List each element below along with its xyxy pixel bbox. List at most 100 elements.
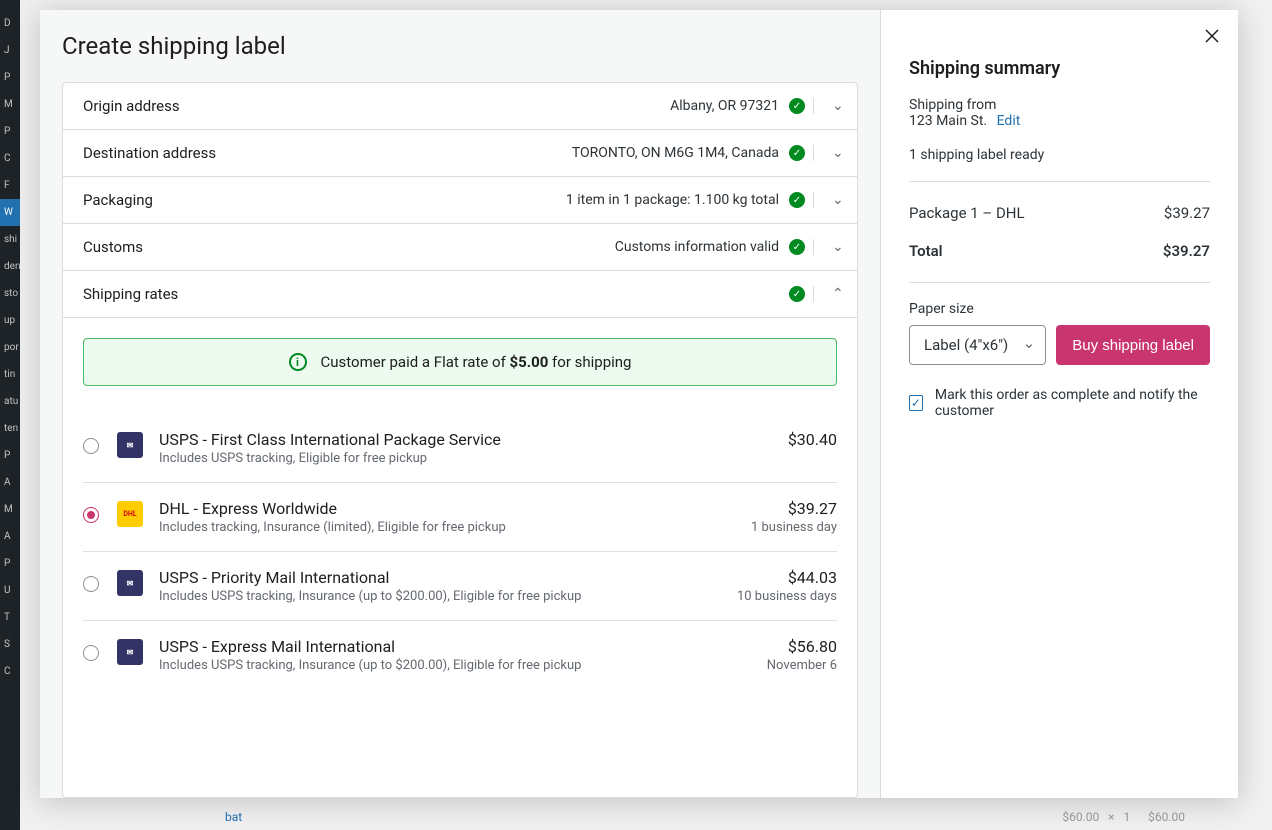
rate-description: Includes tracking, Insurance (limited), …	[159, 520, 751, 535]
bg-sidebar-item: D	[0, 10, 20, 37]
bg-sidebar-item: A	[0, 469, 20, 496]
section-customs[interactable]: Customs Customs information valid ✓ ⌄	[63, 224, 857, 271]
background-order-row: bat $60.00 × 1 $60.00	[125, 804, 1225, 830]
rate-row[interactable]: DHL DHL - Express Worldwide Includes track…	[83, 483, 837, 552]
section-packaging[interactable]: Packaging 1 item in 1 package: 1.100 kg …	[63, 177, 857, 224]
check-icon: ✓	[789, 145, 805, 161]
summary-title: Shipping summary	[909, 58, 1210, 79]
package-line: Package 1 – DHL $39.27	[909, 194, 1210, 232]
rate-info: USPS - First Class International Package…	[159, 430, 788, 466]
section-summary: 1 item in 1 package: 1.100 kg total	[566, 192, 779, 208]
bg-sidebar-item: sto	[0, 280, 20, 307]
rate-radio[interactable]	[83, 576, 99, 592]
rate-row[interactable]: ✉ USPS - Express Mail InternationalInclud…	[83, 621, 837, 689]
paper-size-select[interactable]: Label (4"x6")	[909, 325, 1046, 365]
rate-eta: 1 business day	[751, 520, 837, 535]
package-price: $39.27	[1164, 204, 1210, 222]
bg-sidebar-item: S	[0, 631, 20, 658]
check-icon: ✓	[789, 239, 805, 255]
bg-sidebar-item: den	[0, 253, 20, 280]
shipping-from-label: Shipping from	[909, 97, 1210, 113]
bg-sidebar-item: P	[0, 118, 20, 145]
rate-price: $44.03	[737, 568, 837, 587]
bg-sidebar-item: M	[0, 496, 20, 523]
rate-radio[interactable]	[83, 507, 99, 523]
section-summary: Albany, OR 97321	[670, 98, 779, 114]
bg-sidebar-item: P	[0, 442, 20, 469]
chevron-down-icon[interactable]: ⌄	[813, 98, 841, 114]
rate-name: USPS - First Class International Package…	[159, 430, 788, 449]
package-label: Package 1 – DHL	[909, 204, 1025, 222]
bg-sidebar-item: P	[0, 550, 20, 577]
rate-info: USPS - Express Mail InternationalInclude…	[159, 637, 767, 673]
bg-sidebar-item: M	[0, 91, 20, 118]
dhl-logo-icon: DHL	[117, 501, 143, 527]
ruperates-body: i Customer paid a Flat rate of $5.00 for…	[63, 318, 857, 709]
total-label: Total	[909, 242, 943, 260]
bg-product-name: bat	[225, 810, 242, 824]
modal-title: Create shipping label	[40, 32, 880, 82]
mark-complete-label: Mark this order as complete and notify t…	[935, 387, 1210, 419]
chevron-down-icon[interactable]: ⌄	[813, 192, 841, 208]
bg-sidebar-item: shi	[0, 226, 20, 253]
close-button[interactable]	[1200, 24, 1224, 48]
rate-price: $56.80	[767, 637, 837, 656]
bg-sidebar-item: P	[0, 64, 20, 91]
bg-sidebar-item: U	[0, 577, 20, 604]
usps-logo-icon: ✉	[117, 432, 143, 458]
paper-size-value: Label (4"x6")	[924, 336, 1008, 354]
summary-pane: Shipping summary Shipping from 123 Main …	[880, 10, 1238, 798]
bg-sidebar-item: W	[0, 199, 20, 226]
bg-sidebar-item: F	[0, 172, 20, 199]
bg-sidebar-item: atu	[0, 388, 20, 415]
rate-row[interactable]: ✉USPS - Priority Mail InternationalInclu…	[83, 552, 837, 621]
rate-info: DHL - Express Worldwide Includes tracking…	[159, 499, 751, 535]
modal-left-pane: Create shipping label Origin address Alb…	[40, 10, 880, 798]
rate-name: DHL - Express Worldwide	[159, 499, 751, 518]
info-prefix: Customer paid a Flat rate of	[321, 353, 510, 371]
info-suffix: for shipping	[548, 353, 631, 371]
bg-sidebar-item: ten	[0, 415, 20, 442]
mark-complete-checkbox[interactable]: ✓	[909, 395, 923, 411]
close-icon	[1204, 28, 1220, 44]
bg-sidebar-item: por	[0, 334, 20, 361]
chevron-up-icon[interactable]: ⌃	[813, 286, 841, 302]
rate-eta: November 6	[767, 658, 837, 673]
shipping-from-address: 123 Main St.	[909, 113, 987, 129]
rate-price: $30.40	[788, 430, 837, 449]
section-origin[interactable]: Origin address Albany, OR 97321 ✓ ⌄	[63, 83, 857, 130]
rate-price-block: $39.27 1 business day	[751, 499, 837, 535]
rate-info: USPS - Priority Mail International Includ…	[159, 568, 737, 604]
rate-radio[interactable]	[83, 645, 99, 661]
rate-price-block: $56.80 November 6	[767, 637, 837, 673]
rate-description: Includes USPS tracking, Insurance (up to…	[159, 589, 737, 604]
label-ready-text: 1 shipping label ready	[909, 147, 1210, 163]
section-shipping-rates[interactable]: Shipping rates ✓ ⌃	[63, 271, 857, 318]
rate-name: USPS - Priority Mail International	[159, 568, 737, 587]
bg-sidebar-item: T	[0, 604, 20, 631]
admin-sidebar: DJPMPCFWshidenstoupportinatutenPAMAPUTSC	[0, 0, 20, 830]
section-summary: Customs information valid	[615, 239, 779, 255]
usps-logo-icon: ✉	[117, 639, 143, 665]
rate-price-block: $30.40	[788, 430, 837, 449]
shipping-label-modal: Create shipping label Origin address Alb…	[40, 10, 1238, 798]
bg-sidebar-item: tin	[0, 361, 20, 388]
chevron-down-icon[interactable]: ⌄	[813, 145, 841, 161]
check-icon: ✓	[789, 192, 805, 208]
rate-price-block: $44.03 10 business days	[737, 568, 837, 604]
info-icon: i	[289, 353, 307, 371]
section-label: Destination address	[83, 144, 216, 162]
rate-price: $39.27	[751, 499, 837, 518]
rate-eta: 10 business days	[737, 589, 837, 604]
buy-shipping-label-button[interactable]: Buy shipping label	[1056, 325, 1210, 365]
bg-sidebar-item: J	[0, 37, 20, 64]
edit-address-link[interactable]: Edit	[997, 113, 1021, 129]
rate-row[interactable]: ✉ USPS - First Class International Packag…	[83, 414, 837, 483]
chevron-down-icon[interactable]: ⌄	[813, 239, 841, 255]
rate-radio[interactable]	[83, 438, 99, 454]
section-label: Origin address	[83, 97, 180, 115]
section-label: Customs	[83, 238, 143, 256]
section-destination[interactable]: Destination address TORONTO, ON M6G 1M4,…	[63, 130, 857, 177]
total-price: $39.27	[1163, 242, 1210, 260]
section-label: Shipping rates	[83, 285, 178, 303]
